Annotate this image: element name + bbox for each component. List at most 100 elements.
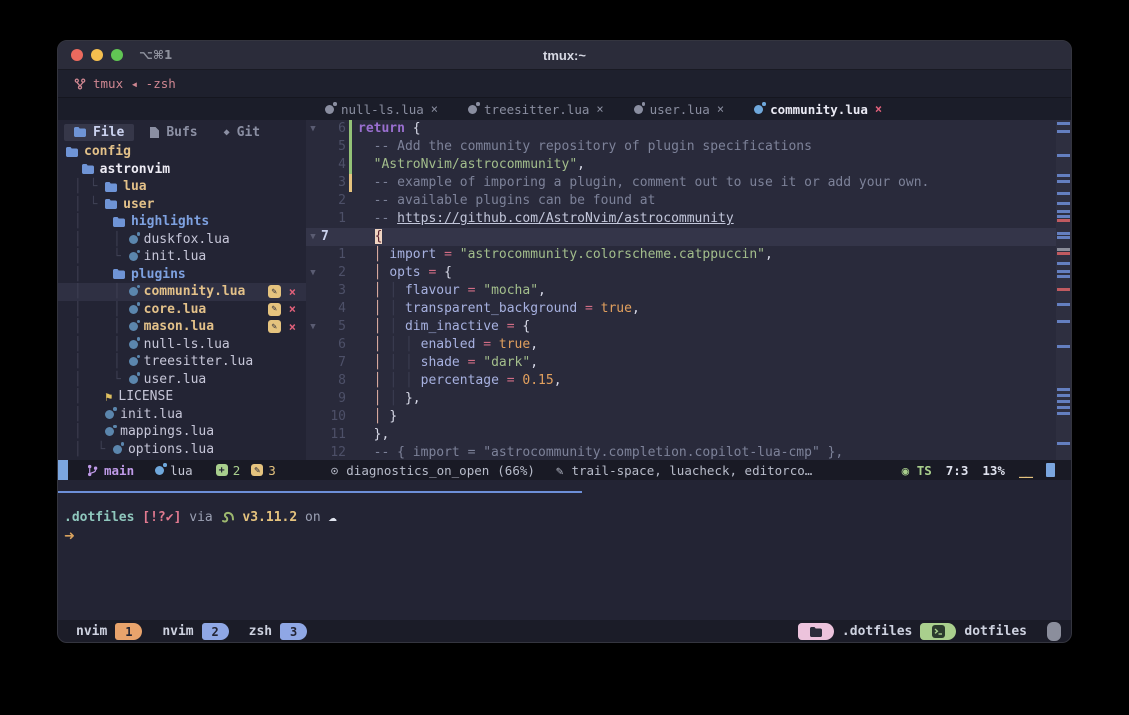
tree-item-label: config: [84, 144, 131, 159]
window-title: tmux:~: [58, 48, 1071, 63]
buffer-tab-user.lua[interactable]: user.lua×: [619, 98, 739, 120]
python-version: v3.11.2: [242, 510, 297, 525]
code-line[interactable]: 1 -- https://github.com/AstroNvim/astroc…: [306, 210, 1056, 228]
formatter-icon: ✎: [556, 463, 564, 478]
tree-item-highlights[interactable]: │ highlights: [58, 213, 306, 231]
tree-item-plugins[interactable]: │ plugins: [58, 266, 306, 284]
code-line[interactable]: 9 │ │ },: [306, 390, 1056, 408]
fold-arrow-icon[interactable]: ▼: [306, 120, 320, 138]
code-line[interactable]: ▼5 │ │ dim_inactive = {: [306, 318, 1056, 336]
code-line[interactable]: 4 "AstroNvim/astrocommunity",: [306, 156, 1056, 174]
shell-area[interactable]: .dotfiles [!?✔] via v3.11.2 on ☁ ➜: [58, 493, 1071, 546]
code-line[interactable]: ▼6return {: [306, 120, 1056, 138]
line-number: 2: [320, 264, 346, 282]
tree-item-LICENSE[interactable]: │ ⚑LICENSE: [58, 388, 306, 406]
buffer-tab-community.lua[interactable]: community.lua×: [739, 98, 897, 120]
diagnostic-error-icon: ×: [289, 320, 296, 334]
tmux-window-1[interactable]: nvim1: [68, 623, 142, 640]
diamond-icon: ◆: [224, 127, 230, 138]
tree-item-mason.lua[interactable]: │ │ mason.lua✎×: [58, 318, 306, 336]
tree-item-label: options.lua: [128, 442, 214, 457]
tree-item-user.lua[interactable]: │ └ user.lua: [58, 371, 306, 389]
tree-item-user[interactable]: │ └ user: [58, 196, 306, 214]
tree-item-mappings.lua[interactable]: │ mappings.lua: [58, 423, 306, 441]
git-branch: main: [87, 463, 134, 478]
change-mark: [1057, 388, 1070, 391]
change-mark: [1057, 442, 1070, 445]
fold-arrow-icon[interactable]: ▼: [306, 228, 320, 246]
explorer-tab-file[interactable]: File: [64, 124, 134, 141]
change-mark: [1057, 130, 1070, 133]
buffer-tab-null-ls.lua[interactable]: null-ls.lua×: [310, 98, 453, 120]
tmux-window-2[interactable]: nvim2: [154, 623, 228, 640]
tree-item-label: plugins: [131, 267, 186, 282]
git-added-count: 2: [233, 463, 241, 478]
code-line[interactable]: 6 │ │ │ enabled = true,: [306, 336, 1056, 354]
code-line[interactable]: 10 │ }: [306, 408, 1056, 426]
tree-item-astronvim[interactable]: astronvim: [58, 161, 306, 179]
editor-scrollbar[interactable]: [1056, 120, 1071, 460]
code-line[interactable]: 2 -- available plugins can be found at: [306, 192, 1056, 210]
tree-item-init.lua[interactable]: │ └ init.lua: [58, 248, 306, 266]
close-icon[interactable]: ×: [717, 102, 724, 116]
lua-icon: [129, 322, 138, 331]
nvim-statusline: main lua + 2 ✎ 3 ⊙ diagnostics_on_open (…: [58, 460, 1071, 480]
tree-item-label: highlights: [131, 214, 209, 229]
line-number: 7: [320, 228, 347, 246]
tree-item-duskfox.lua[interactable]: │ │ duskfox.lua: [58, 231, 306, 249]
folder-icon: [798, 623, 834, 640]
code-line[interactable]: 3 -- example of imporing a plugin, comme…: [306, 174, 1056, 192]
buffer-tab-treesitter.lua[interactable]: treesitter.lua×: [453, 98, 619, 120]
tree-item-options.lua[interactable]: │ └ options.lua: [58, 441, 306, 459]
tmux-window-3[interactable]: zsh3: [241, 623, 307, 640]
tree-item-lua[interactable]: │ └ lua: [58, 178, 306, 196]
tree-item-init.lua[interactable]: │ init.lua: [58, 406, 306, 424]
cloud-icon: ☁: [329, 509, 337, 525]
code-line[interactable]: 3 │ │ flavour = "mocha",: [306, 282, 1056, 300]
tree-item-label: user: [123, 197, 154, 212]
close-icon[interactable]: ×: [596, 102, 603, 116]
folder-icon: [113, 269, 125, 279]
terminal-tab-bar[interactable]: tmux ◂ -zsh: [58, 70, 1071, 98]
git-branch-icon: [87, 464, 98, 477]
fold-arrow-icon[interactable]: ▼: [306, 264, 320, 282]
tree-item-label: community.lua: [144, 284, 246, 299]
change-mark: [1057, 180, 1070, 183]
fold-arrow-icon[interactable]: ▼: [306, 318, 320, 336]
window-index-badge: 3: [280, 623, 307, 640]
code-line[interactable]: ▼7 {: [306, 228, 1056, 246]
line-number: 11: [320, 426, 346, 444]
tree-item-config[interactable]: config: [58, 143, 306, 161]
tree-item-core.lua[interactable]: │ │ core.lua✎×: [58, 301, 306, 319]
tree-item-treesitter.lua[interactable]: │ │ treesitter.lua: [58, 353, 306, 371]
code-line[interactable]: 7 │ │ │ shade = "dark",: [306, 354, 1056, 372]
code-line[interactable]: ▼2 │ opts = {: [306, 264, 1056, 282]
lsp-icon: ⊙: [331, 463, 339, 478]
line-number: 6: [320, 336, 346, 354]
git-sign: [349, 174, 352, 192]
change-mark: [1057, 122, 1070, 125]
formatter-names: trail-space, luacheck, editorco…: [571, 463, 812, 478]
code-line[interactable]: 8 │ │ │ percentage = 0.15,: [306, 372, 1056, 390]
explorer-tab-bufs[interactable]: Bufs: [140, 124, 207, 141]
git-added-icon: +: [216, 464, 228, 476]
tree-item-community.lua[interactable]: │ │ community.lua✎×: [58, 283, 306, 301]
code-line[interactable]: 5 -- Add the community repository of plu…: [306, 138, 1056, 156]
prompt-directory: .dotfiles: [64, 510, 134, 525]
close-icon[interactable]: ×: [875, 102, 882, 116]
code-line[interactable]: 11 },: [306, 426, 1056, 444]
tmux-windows: nvim1 nvim2 zsh3: [68, 623, 319, 640]
tree-item-null-ls.lua[interactable]: │ │ null-ls.lua: [58, 336, 306, 354]
close-icon[interactable]: ×: [431, 102, 438, 116]
code-editor[interactable]: ▼6return {5 -- Add the community reposit…: [306, 120, 1056, 460]
tree-item-label: astronvim: [100, 162, 170, 177]
explorer-tab-git[interactable]: ◆Git: [214, 124, 271, 141]
titlebar: ⌥⌘1 tmux:~: [58, 41, 1071, 70]
change-mark: [1057, 270, 1070, 273]
change-mark: [1057, 406, 1070, 409]
code-line[interactable]: 12 -- { import = "astrocommunity.complet…: [306, 444, 1056, 460]
treesitter-label: TS: [917, 463, 932, 478]
code-line[interactable]: 1 │ import = "astrocommunity.colorscheme…: [306, 246, 1056, 264]
tree-item-label: init.lua: [144, 249, 207, 264]
code-line[interactable]: 4 │ │ transparent_background = true,: [306, 300, 1056, 318]
